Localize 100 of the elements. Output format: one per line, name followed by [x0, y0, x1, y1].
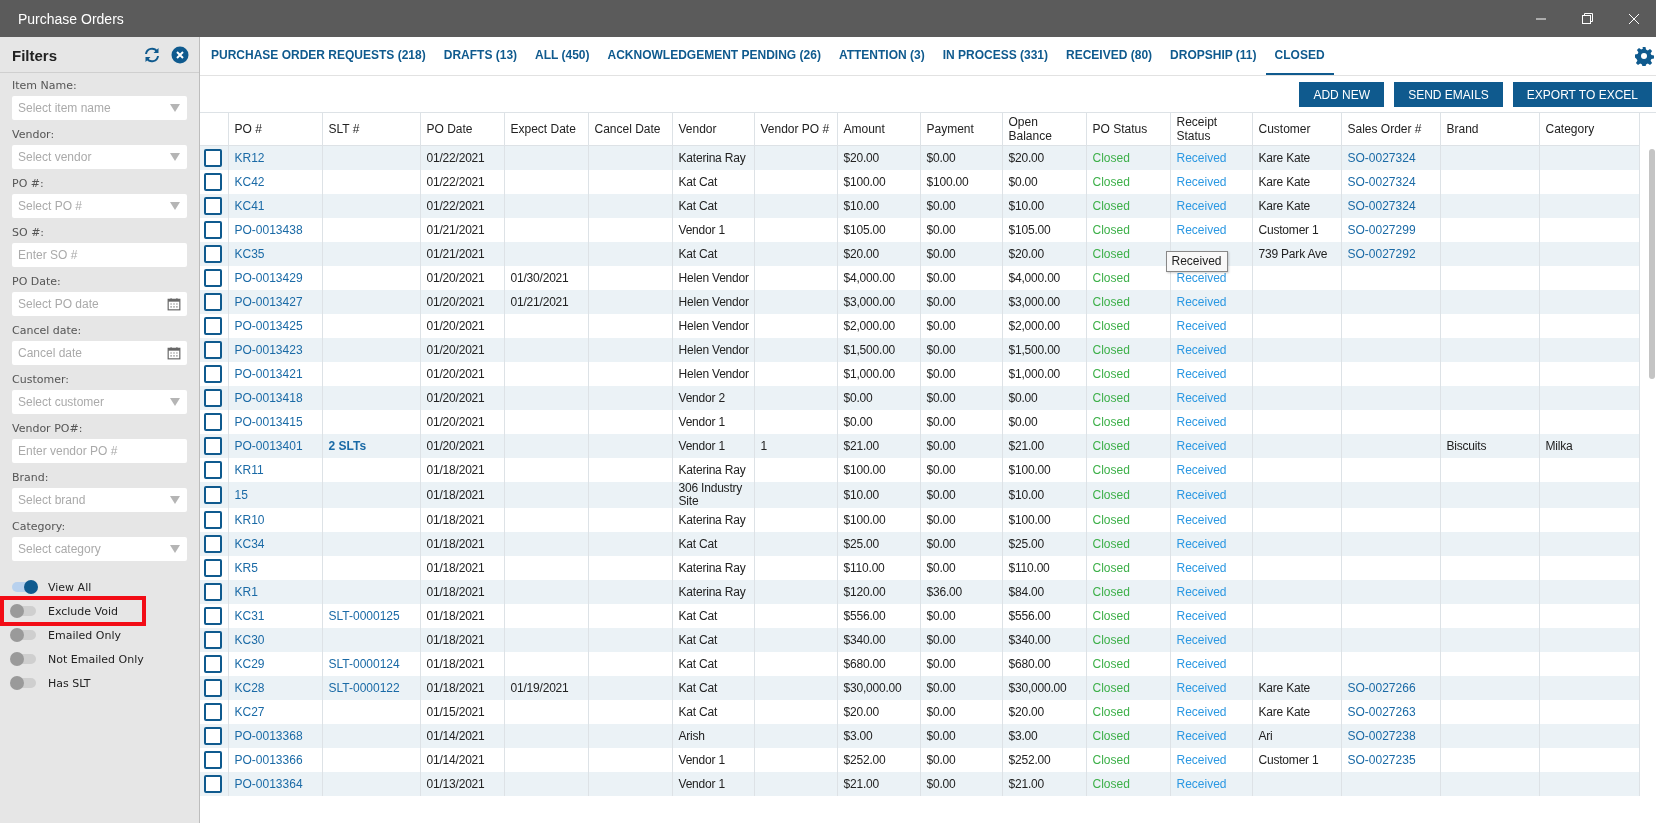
close-icon[interactable]	[171, 46, 189, 64]
tab[interactable]: IN PROCESS (331)	[933, 37, 1058, 75]
po-number-link[interactable]: KR11	[234, 462, 264, 477]
row-checkbox[interactable]	[204, 149, 222, 167]
po-number-link[interactable]: PO-0013421	[234, 366, 303, 381]
po-number-link[interactable]: KC31	[234, 608, 265, 623]
status-link[interactable]: Received	[1176, 174, 1227, 189]
dropdown-field[interactable]: Select brand	[12, 488, 187, 512]
tab[interactable]: RECEIVED (80)	[1057, 37, 1162, 75]
row-checkbox[interactable]	[204, 365, 222, 383]
column-header[interactable]: Vendor PO #	[760, 122, 831, 136]
status-link[interactable]: Received	[1176, 608, 1227, 623]
po-number-link[interactable]: PO-0013429	[234, 270, 303, 285]
row-checkbox[interactable]	[204, 655, 222, 673]
sales-order-link[interactable]: SO-0027235	[1347, 752, 1416, 767]
column-header[interactable]: Amount	[843, 122, 914, 136]
tab[interactable]: DRAFTS (13)	[434, 37, 527, 75]
slt-link[interactable]: SLT-0000125	[328, 608, 400, 623]
row-checkbox[interactable]	[204, 293, 222, 311]
status-link[interactable]: Received	[1176, 512, 1227, 527]
dropdown-field[interactable]: Select PO #	[12, 194, 187, 218]
row-checkbox[interactable]	[204, 607, 222, 625]
column-header[interactable]: Category	[1545, 122, 1633, 136]
sales-order-link[interactable]: SO-0027263	[1347, 704, 1416, 719]
po-number-link[interactable]: KC29	[234, 656, 265, 671]
po-number-link[interactable]: 15	[234, 487, 248, 502]
column-header[interactable]: Open Balance	[1008, 115, 1080, 143]
po-number-link[interactable]: PO-0013438	[234, 222, 303, 237]
row-checkbox[interactable]	[204, 583, 222, 601]
row-checkbox[interactable]	[204, 631, 222, 649]
po-number-link[interactable]: PO-0013425	[234, 318, 303, 333]
tab[interactable]: CLOSED	[1265, 37, 1334, 75]
toggle-switch[interactable]	[12, 630, 36, 640]
status-link[interactable]: Received	[1176, 656, 1227, 671]
tab[interactable]: ALL (450)	[526, 37, 599, 75]
row-checkbox[interactable]	[204, 413, 222, 431]
input-field[interactable]: Enter vendor PO #	[12, 439, 187, 463]
row-checkbox[interactable]	[204, 389, 222, 407]
tab[interactable]: DROPSHIP (11)	[1161, 37, 1266, 75]
column-header[interactable]: PO Date	[426, 122, 498, 136]
date-field[interactable]: Select PO date	[12, 292, 187, 316]
refresh-icon[interactable]	[143, 46, 161, 64]
column-header[interactable]: Sales Order #	[1347, 122, 1434, 136]
po-number-link[interactable]: KC27	[234, 704, 265, 719]
po-number-link[interactable]: KR12	[234, 150, 265, 165]
column-header[interactable]: PO Status	[1092, 122, 1164, 136]
dropdown-field[interactable]: Select vendor	[12, 145, 187, 169]
status-link[interactable]: Received	[1176, 270, 1227, 285]
settings-icon[interactable]	[1634, 46, 1654, 66]
toolbar-button[interactable]: ADD NEW	[1299, 82, 1385, 107]
row-checkbox[interactable]	[204, 221, 222, 239]
row-checkbox[interactable]	[204, 197, 222, 215]
status-link[interactable]: Received	[1176, 752, 1227, 767]
row-checkbox[interactable]	[204, 751, 222, 769]
row-checkbox[interactable]	[204, 461, 222, 479]
status-link[interactable]: Received	[1176, 414, 1227, 429]
calendar-icon[interactable]	[167, 346, 181, 360]
column-header[interactable]: Brand	[1446, 122, 1533, 136]
tab[interactable]: ATTENTION (3)	[829, 37, 934, 75]
row-checkbox[interactable]	[204, 559, 222, 577]
row-checkbox[interactable]	[204, 269, 222, 287]
column-header[interactable]: Vendor	[678, 122, 748, 136]
tab[interactable]: PURCHASE ORDER REQUESTS (218)	[202, 37, 435, 75]
toggle-switch[interactable]	[12, 606, 36, 616]
column-header[interactable]: Receipt Status	[1176, 115, 1246, 143]
toolbar-button[interactable]: SEND EMAILS	[1394, 82, 1503, 107]
toggle-switch[interactable]	[12, 582, 36, 592]
row-checkbox[interactable]	[204, 173, 222, 191]
row-checkbox[interactable]	[204, 245, 222, 263]
po-number-link[interactable]: KR10	[234, 512, 265, 527]
column-header[interactable]: Customer	[1258, 122, 1335, 136]
date-field[interactable]: Cancel date	[12, 341, 187, 365]
calendar-icon[interactable]	[167, 297, 181, 311]
row-checkbox[interactable]	[204, 535, 222, 553]
po-number-link[interactable]: PO-0013415	[234, 414, 303, 429]
slt-link[interactable]: SLT-0000124	[328, 656, 400, 671]
dropdown-field[interactable]: Select item name	[12, 96, 187, 120]
po-number-link[interactable]: KC42	[234, 174, 265, 189]
input-field[interactable]: Enter SO #	[12, 243, 187, 267]
po-number-link[interactable]: KR1	[234, 584, 258, 599]
sales-order-link[interactable]: SO-0027324	[1347, 174, 1416, 189]
column-header[interactable]: Cancel Date	[594, 122, 666, 136]
row-checkbox[interactable]	[204, 511, 222, 529]
tab[interactable]: ACKNOWLEDGEMENT PENDING (26)	[598, 37, 830, 75]
po-number-link[interactable]: PO-0013366	[234, 752, 303, 767]
status-link[interactable]: Received	[1176, 222, 1227, 237]
row-checkbox[interactable]	[204, 486, 222, 504]
scrollbar-thumb[interactable]	[1649, 149, 1655, 379]
row-checkbox[interactable]	[204, 775, 222, 793]
row-checkbox[interactable]	[204, 341, 222, 359]
column-header[interactable]: PO #	[234, 122, 316, 136]
po-number-link[interactable]: KR5	[234, 560, 258, 575]
dropdown-field[interactable]: Select category	[12, 537, 187, 561]
status-link[interactable]: Received	[1176, 366, 1227, 381]
sales-order-link[interactable]: SO-0027299	[1347, 222, 1416, 237]
row-checkbox[interactable]	[204, 679, 222, 697]
status-link[interactable]: Received	[1176, 462, 1227, 477]
column-header[interactable]: Expect Date	[510, 122, 582, 136]
status-link[interactable]: Received	[1176, 704, 1227, 719]
toolbar-button[interactable]: EXPORT TO EXCEL	[1512, 82, 1652, 107]
